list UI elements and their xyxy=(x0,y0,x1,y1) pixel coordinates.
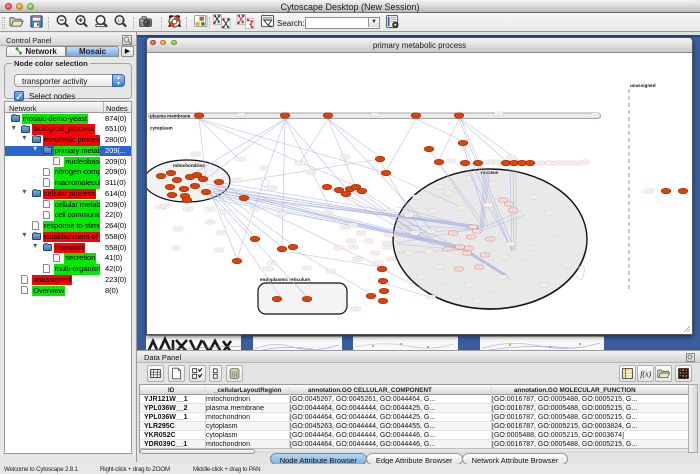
svg-text:plasma membrane: plasma membrane xyxy=(150,114,191,119)
svg-text:mitochondrion: mitochondrion xyxy=(173,163,205,168)
svg-text:1:1: 1:1 xyxy=(117,18,124,23)
svg-text:cytoplasm: cytoplasm xyxy=(150,126,173,131)
svg-text:unassigned: unassigned xyxy=(630,83,656,88)
svg-text:f(x): f(x) xyxy=(640,370,651,379)
